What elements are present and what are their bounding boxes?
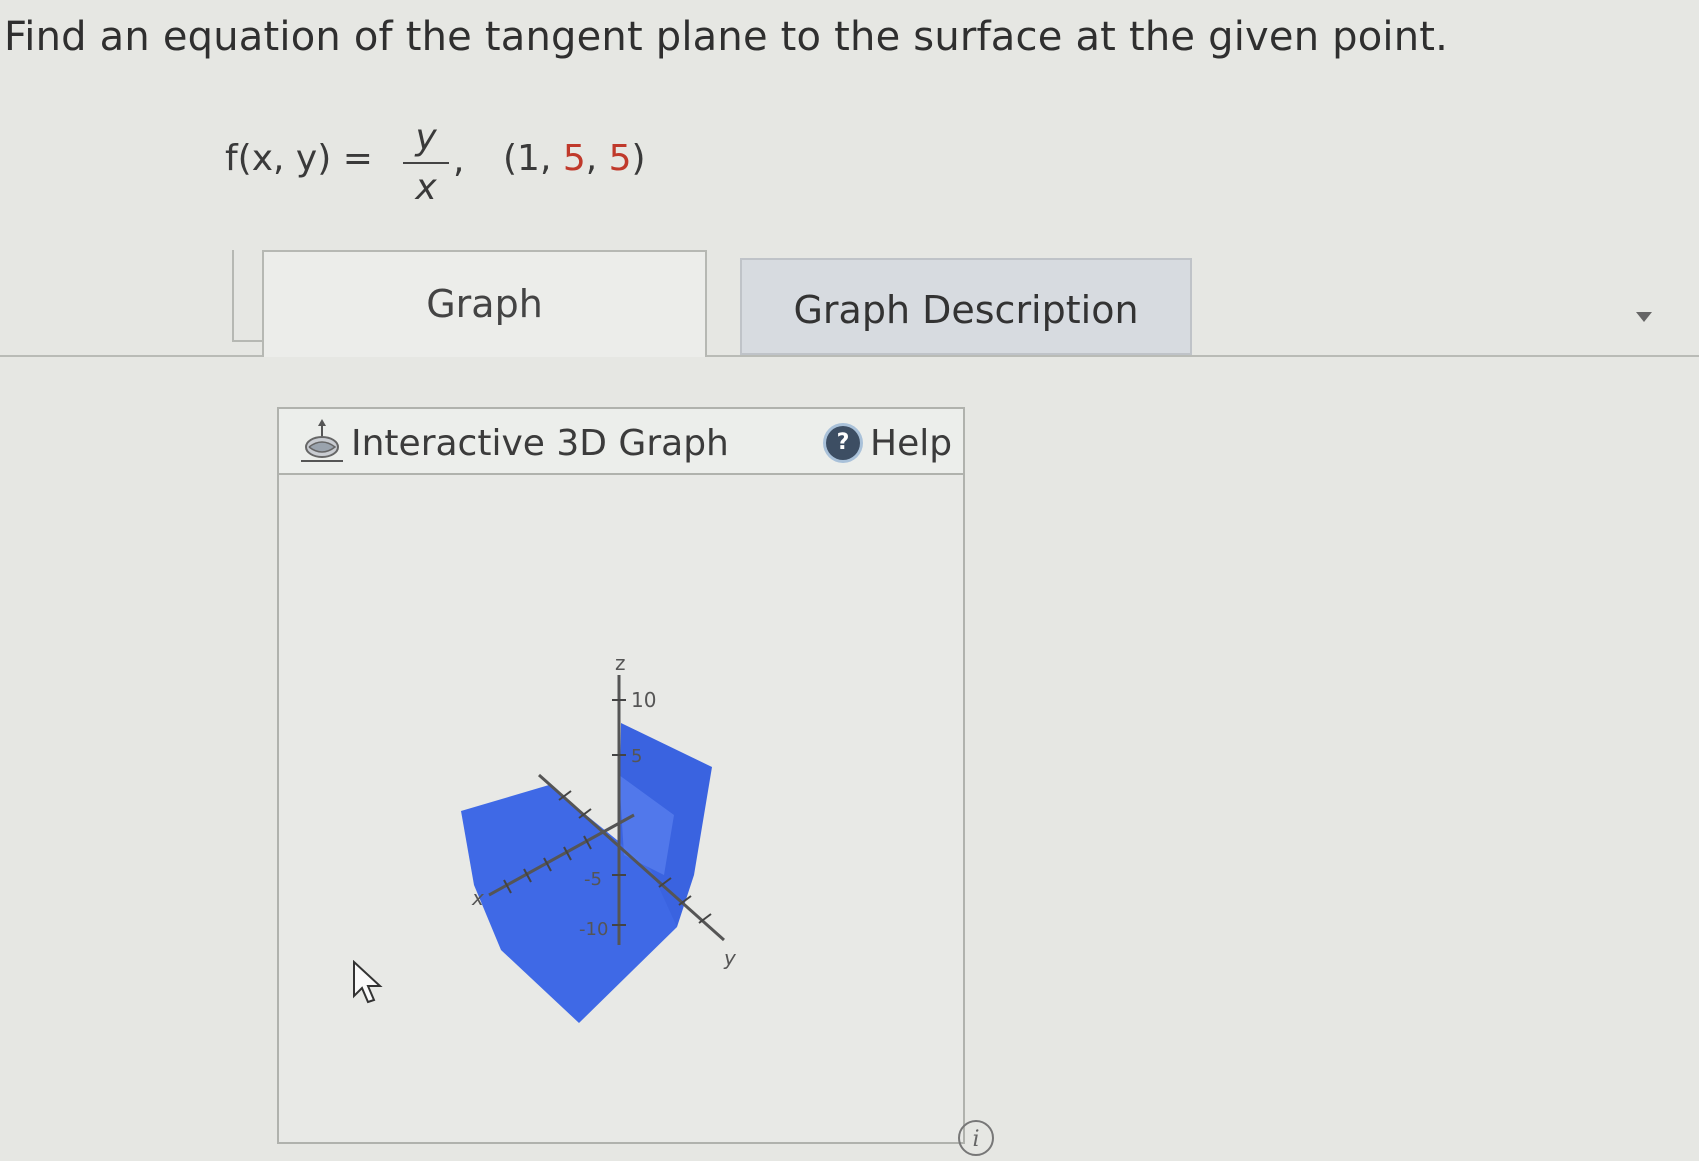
fraction-bar <box>403 162 449 164</box>
tab-graph-description[interactable]: Graph Description <box>740 258 1192 355</box>
y-axis-label: y <box>723 946 737 970</box>
panel-title: Interactive 3D Graph <box>351 423 729 464</box>
question-prompt: Find an equation of the tangent plane to… <box>4 14 1449 60</box>
z-tick-label: -5 <box>584 869 602 890</box>
tab-decoration <box>232 250 266 342</box>
point-open-paren: ( <box>503 138 518 179</box>
point-sep-1: , <box>539 138 563 179</box>
help-label: Help <box>870 422 953 464</box>
small-arrow-icon <box>1636 312 1652 322</box>
point-x: 1 <box>517 138 540 179</box>
tab-graph[interactable]: Graph <box>262 250 707 357</box>
formula-lhs: f(x, y) = <box>225 138 373 179</box>
mouse-cursor-icon <box>353 960 383 1004</box>
z-tick-label: 10 <box>631 688 656 712</box>
graph-3d-icon <box>301 419 343 462</box>
given-point: (1, 5, 5) <box>503 138 646 179</box>
formula-comma: , <box>453 140 465 181</box>
info-icon[interactable]: i <box>958 1120 994 1156</box>
help-icon: ? <box>826 426 860 460</box>
interactive-graph-panel: Interactive 3D Graph ? Help z x y 10 5 -… <box>277 407 965 1144</box>
tab-divider <box>0 355 1699 357</box>
formula-fraction: y x <box>403 118 449 208</box>
point-z: 5 <box>608 138 632 179</box>
fraction-denominator: x <box>415 167 437 208</box>
z-tick-label: 5 <box>631 746 642 767</box>
z-tick-label: -10 <box>579 919 608 940</box>
graph-3d-canvas[interactable]: z x y 10 5 -5 -10 <box>279 475 963 1142</box>
panel-header: Interactive 3D Graph ? Help <box>279 409 963 475</box>
point-y: 5 <box>562 138 586 179</box>
point-close-paren: ) <box>631 138 646 179</box>
help-button[interactable]: ? Help <box>826 421 952 465</box>
z-axis-label: z <box>615 651 626 675</box>
point-sep-2: , <box>585 138 609 179</box>
fraction-numerator: y <box>415 117 437 158</box>
x-axis-label: x <box>471 886 484 910</box>
